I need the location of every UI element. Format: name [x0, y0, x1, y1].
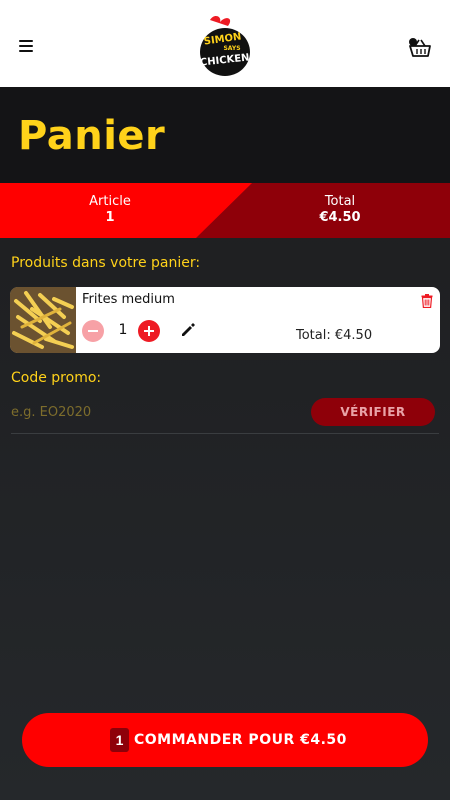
place-order-button[interactable]: 1 COMMANDER POUR €4.50 [22, 713, 428, 767]
logo-text-says: SAYS [223, 45, 240, 52]
app-header: SIMON SAYS CHICKEN [0, 0, 450, 87]
hamburger-menu-icon[interactable] [19, 40, 33, 52]
pencil-icon[interactable] [180, 322, 196, 338]
basket-icon[interactable] [405, 36, 433, 58]
order-item-count-badge: 1 [110, 728, 129, 752]
promo-code-label: Code promo: [11, 370, 102, 386]
fries-photo [10, 287, 76, 353]
promo-divider [11, 433, 439, 434]
summary-total: Total €4.50 [290, 194, 390, 226]
place-order-label: COMMANDER POUR €4.50 [134, 732, 347, 748]
summary-total-value: €4.50 [319, 210, 361, 225]
summary-article-value: 1 [105, 210, 115, 225]
cart-summary-strip: Article 1 Total €4.50 [0, 183, 450, 238]
increase-quantity-button[interactable] [138, 320, 160, 342]
decrease-quantity-button[interactable] [82, 320, 104, 342]
verify-promo-button[interactable]: VÉRIFIER [311, 398, 435, 426]
cart-item-quantity: 1 [118, 322, 128, 338]
promo-code-input[interactable] [11, 396, 301, 428]
page-title: Panier [18, 113, 166, 159]
summary-article: Article 1 [60, 194, 160, 226]
simon-says-chicken-logo[interactable]: SIMON SAYS CHICKEN [198, 14, 252, 78]
summary-article-label: Article [89, 194, 131, 209]
cart-item-total: Total: €4.50 [296, 328, 373, 343]
summary-total-label: Total [324, 194, 356, 209]
cart-item-name: Frites medium [82, 292, 175, 307]
trash-icon[interactable] [421, 294, 433, 308]
cart-item-card: Frites medium 1 Total: €4.50 [10, 287, 440, 353]
title-band: Panier [0, 87, 450, 183]
products-heading: Produits dans votre panier: [11, 255, 201, 271]
